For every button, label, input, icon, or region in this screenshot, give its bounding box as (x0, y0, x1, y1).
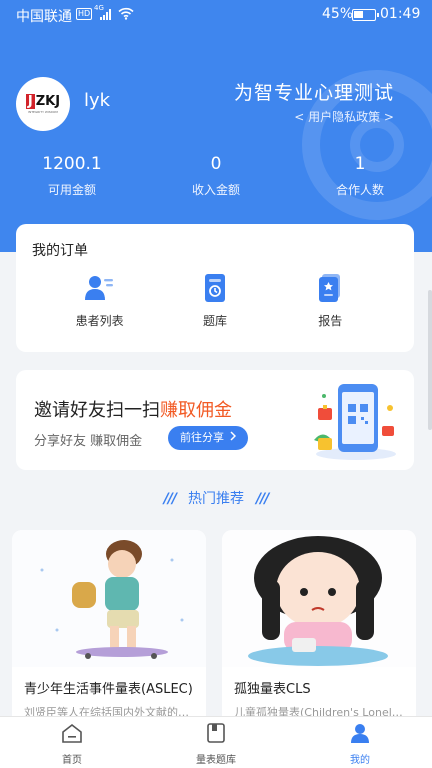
battery-percent: 45% (322, 6, 354, 22)
recommendation-card[interactable]: 孤独量表CLS 儿童孤独量表(Children's Loneliness Sca… (222, 530, 416, 720)
invite-banner[interactable]: 邀请好友扫一扫赚取佣金 分享好友 赚取佣金 前往分享 (16, 370, 414, 470)
battery-icon (352, 9, 379, 21)
stat-partners[interactable]: 1 合作人数 (288, 150, 432, 198)
stat-label: 合作人数 (335, 183, 384, 197)
stat-income[interactable]: 0 收入金额 (144, 150, 288, 198)
slash-decoration: /// (256, 491, 269, 507)
scroll-edge-indicator (428, 290, 432, 430)
order-item-label: 题库 (202, 314, 227, 328)
recommendation-name: 孤独量表CLS (234, 682, 311, 697)
tab-label: 我的 (350, 755, 370, 766)
stats-row: 1200.1 可用金额 0 收入金额 1 合作人数 (0, 150, 432, 198)
chevron-right-icon (230, 426, 237, 450)
invite-subtext: 分享好友 赚取佣金 (34, 434, 143, 449)
recommendation-card[interactable]: 青少年生活事件量表(ASLEC) 刘贤臣等人在综括国内外文献的基础上编制 (12, 530, 206, 720)
username: lyk (84, 90, 111, 111)
order-item-reports[interactable]: 报告 (290, 274, 370, 329)
logo-tagline: INTEGRITY WISDOM (28, 110, 58, 114)
company-logo: J ZKJ INTEGRITY WISDOM (16, 77, 70, 131)
logo-initial: J (25, 94, 35, 109)
logo-text: ZKJ (35, 94, 61, 109)
order-item-label: 患者列表 (75, 314, 124, 328)
profile-header (0, 0, 432, 252)
stat-value: 0 (210, 154, 222, 174)
stat-available-balance[interactable]: 1200.1 可用金额 (0, 150, 144, 198)
tab-home[interactable]: 首页 (0, 717, 144, 768)
sitting-girl-illustration (222, 530, 416, 667)
invite-headline: 邀请好友扫一扫赚取佣金 (34, 396, 232, 422)
share-button-label: 前往分享 (180, 431, 224, 444)
privacy-policy-link[interactable]: < 用户隐私政策 > (294, 108, 394, 125)
slash-decoration: /// (163, 491, 177, 507)
brand-title: 为智专业心理测试 (233, 82, 394, 104)
stat-value: 1 (354, 154, 366, 174)
wifi-icon (118, 7, 134, 24)
qr-phone-illustration (314, 384, 396, 460)
stat-value: 1200.1 (42, 154, 102, 174)
question-bank-icon (203, 274, 227, 306)
report-icon (318, 274, 342, 306)
bottom-tab-bar: 首页 量表题库 我的 (0, 716, 432, 768)
battery-fill (354, 11, 363, 18)
tab-label: 量表题库 (196, 755, 236, 766)
go-share-button[interactable]: 前往分享 (168, 426, 248, 450)
signal-icon (100, 9, 111, 20)
order-item-label: 报告 (318, 314, 343, 328)
home-icon (61, 723, 83, 747)
tab-scale-library[interactable]: 量表题库 (144, 717, 288, 768)
patient-list-icon (84, 274, 115, 306)
orders-title: 我的订单 (32, 243, 88, 259)
stat-label: 可用金额 (47, 183, 96, 197)
skateboard-boy-illustration (12, 530, 206, 667)
status-bar: 中国联通 HD 4G 45% 01:49 (0, 0, 432, 30)
clock: 01:49 (380, 6, 421, 22)
invite-headline-accent: 赚取佣金 (160, 400, 232, 421)
hot-recommendations-heading: /// 热门推荐 /// (0, 488, 432, 508)
scale-library-icon (207, 723, 225, 747)
invite-headline-prefix: 邀请好友扫一扫 (34, 400, 160, 421)
user-icon (350, 723, 370, 747)
my-orders-card: 我的订单 患者列表 题库 报告 (16, 224, 414, 352)
stat-label: 收入金额 (191, 183, 240, 197)
hd-badge: HD (76, 8, 93, 20)
hot-title: 热门推荐 (188, 491, 244, 507)
tab-label: 首页 (62, 755, 82, 766)
order-item-patients[interactable]: 患者列表 (60, 274, 140, 329)
order-item-question-bank[interactable]: 题库 (175, 274, 255, 329)
carrier-name: 中国联通 (16, 9, 72, 25)
tab-mine[interactable]: 我的 (288, 717, 432, 768)
recommendation-name: 青少年生活事件量表(ASLEC) (24, 682, 193, 697)
